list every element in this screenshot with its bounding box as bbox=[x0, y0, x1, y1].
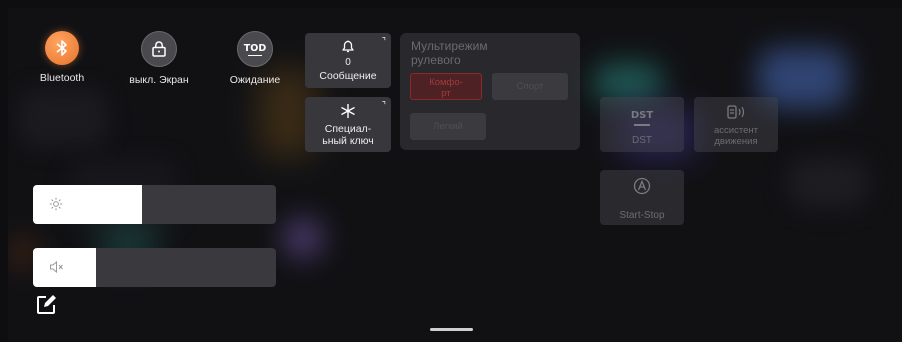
tod-icon: TOD bbox=[237, 31, 273, 67]
message-tile[interactable]: ⌝ 0 Сообщение bbox=[305, 33, 391, 88]
steering-mode-panel: Мультирежим рулевого Комфо- рт Спорт Лег… bbox=[400, 33, 580, 150]
message-label: Сообщение bbox=[319, 70, 377, 82]
standby-label: Ожидание bbox=[229, 74, 281, 86]
tod-icon-text: TOD bbox=[243, 42, 267, 54]
sun-icon bbox=[49, 197, 63, 216]
steering-mode-option-sport[interactable]: Спорт bbox=[492, 73, 568, 100]
bluetooth-icon bbox=[45, 31, 79, 65]
special-key-tile[interactable]: ⌝ Специал- ьный ключ bbox=[305, 97, 391, 152]
volume-mute-icon bbox=[49, 260, 65, 279]
standby-toggle[interactable]: TOD Ожидание bbox=[220, 31, 290, 86]
asterisk-icon bbox=[339, 103, 357, 124]
screen-off-label: выкл. Экран bbox=[129, 74, 189, 86]
expand-corner-icon: ⌝ bbox=[381, 36, 386, 46]
dst-icon-text: DST bbox=[630, 110, 654, 121]
volume-slider[interactable] bbox=[33, 248, 276, 287]
auto-start-stop-icon bbox=[633, 177, 651, 200]
brightness-slider[interactable] bbox=[33, 185, 276, 224]
steering-mode-title: Мультирежим рулевого bbox=[411, 39, 488, 67]
message-count: 0 bbox=[345, 57, 351, 68]
home-indicator-handle[interactable] bbox=[430, 328, 473, 331]
driving-assist-label: ассистент движения bbox=[714, 125, 758, 147]
background-blur bbox=[788, 158, 868, 208]
steering-mode-option-comfort[interactable]: Комфо- рт bbox=[410, 73, 482, 100]
dst-label: DST bbox=[632, 135, 652, 146]
lock-icon bbox=[141, 31, 177, 67]
background-blur bbox=[283, 218, 323, 258]
special-key-label: Специал- ьный ключ bbox=[322, 123, 374, 147]
bluetooth-label: Bluetooth bbox=[39, 72, 85, 84]
expand-corner-icon: ⌝ bbox=[381, 100, 386, 110]
bell-icon bbox=[340, 38, 356, 59]
bluetooth-toggle[interactable]: Bluetooth bbox=[27, 31, 97, 84]
driving-assist-tile[interactable]: ассистент движения bbox=[694, 97, 778, 152]
dst-icon: DST bbox=[600, 105, 684, 126]
driving-assist-icon bbox=[726, 104, 746, 125]
edit-icon[interactable] bbox=[34, 293, 58, 322]
dst-tile[interactable]: DST DST bbox=[600, 97, 684, 152]
start-stop-label: Start-Stop bbox=[619, 210, 665, 221]
start-stop-tile[interactable]: Start-Stop bbox=[600, 170, 684, 225]
steering-mode-option-light[interactable]: Легкий bbox=[410, 113, 486, 140]
screen-off-toggle[interactable]: выкл. Экран bbox=[124, 31, 194, 86]
background-blur bbox=[18, 88, 108, 148]
